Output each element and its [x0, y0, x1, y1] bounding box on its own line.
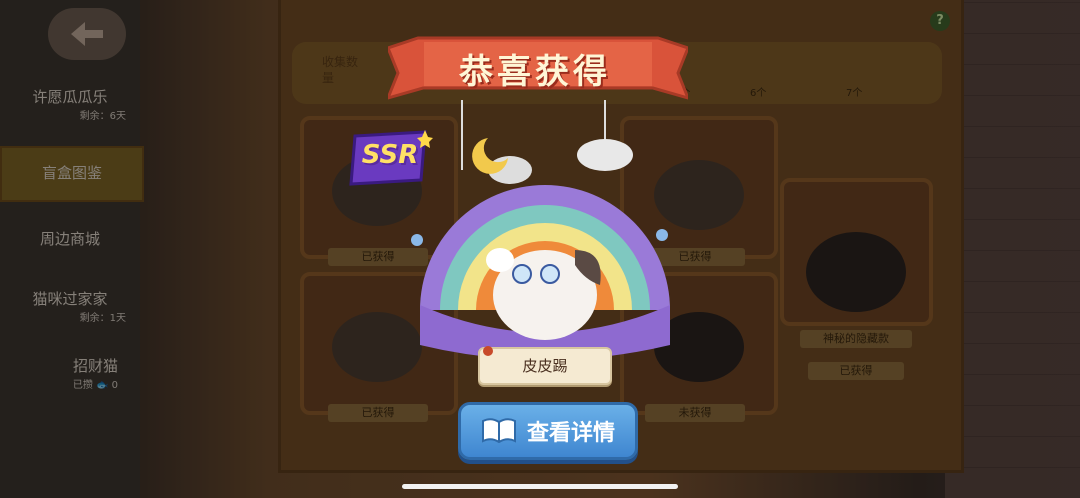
- view-details-button[interactable]: 查看详情: [458, 402, 638, 460]
- view-details-label: 查看详情: [526, 421, 615, 446]
- book-icon: [481, 418, 516, 444]
- pin-icon: [483, 346, 493, 356]
- home-indicator[interactable]: [402, 484, 678, 489]
- popup-title: 恭喜获得: [459, 52, 611, 92]
- rarity-label: SSR: [361, 140, 419, 170]
- item-name-plate: 皮皮踢: [478, 347, 612, 385]
